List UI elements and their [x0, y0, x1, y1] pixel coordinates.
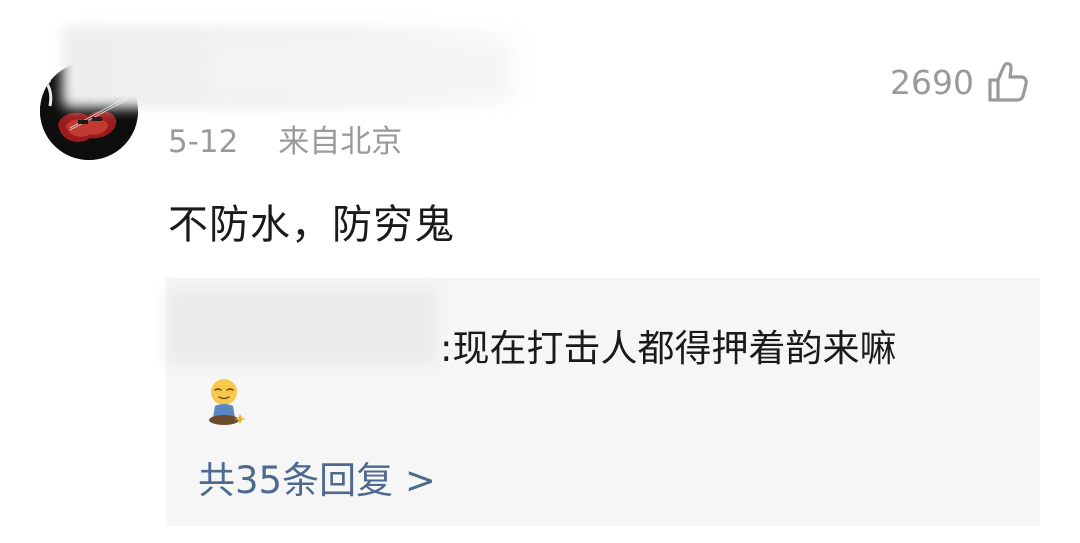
reply-text: :现在打击人都得押着韵来嘛 [440, 327, 897, 370]
comment-date: 5-12 [168, 124, 239, 160]
comment-item: 5-12 来自北京 2690 不防水，防穷鬼 :现在打击人都得押着韵来嘛 共35… [0, 0, 1080, 543]
comment-text: 不防水，防穷鬼 [168, 202, 455, 248]
like-count: 2690 [890, 62, 974, 102]
comment-meta: 5-12 来自北京 [168, 116, 402, 161]
reply-preview[interactable]: :现在打击人都得押着韵来嘛 共35条回复 > [166, 278, 1040, 526]
username-redacted-fade [210, 44, 510, 98]
view-more-replies-link[interactable]: 共35条回复 > [198, 450, 436, 504]
comment-location: 来自北京 [278, 124, 403, 160]
meditating-emoji-icon [206, 378, 248, 428]
thumbs-up-icon [988, 62, 1028, 102]
like-button[interactable]: 2690 [890, 60, 1028, 104]
reply-username-redacted [166, 288, 436, 364]
